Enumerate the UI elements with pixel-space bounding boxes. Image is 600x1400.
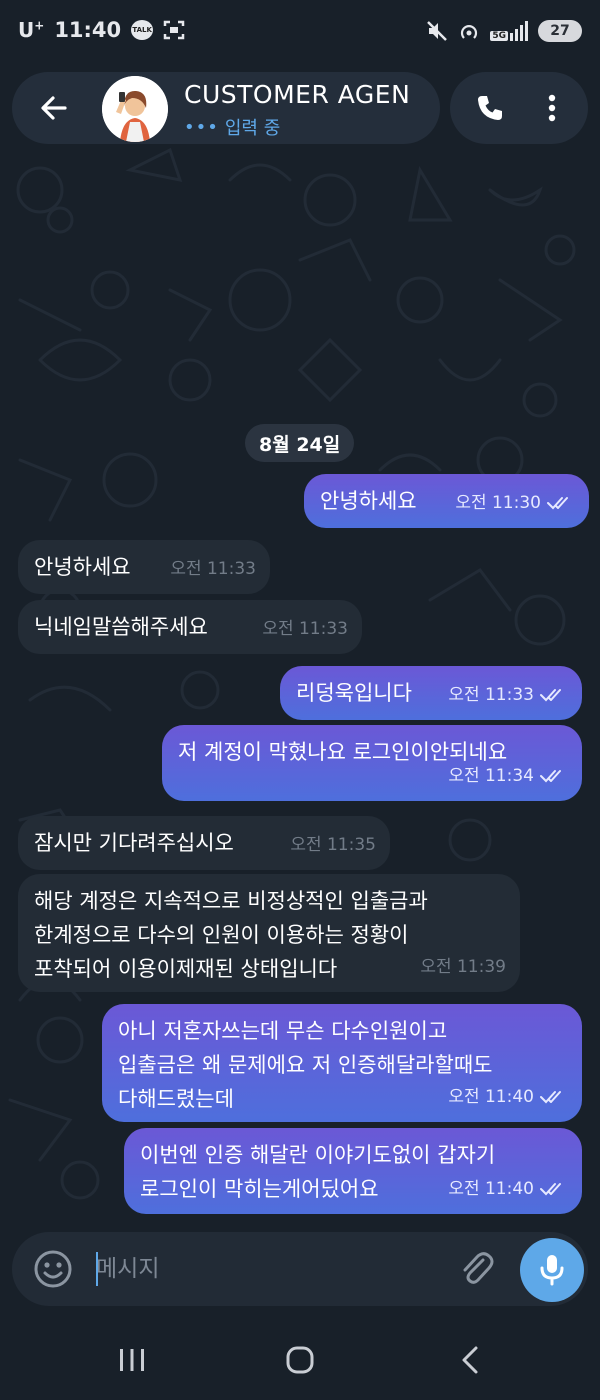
- message-line: 한계정으로 다수의 인원이 이용하는 정황이: [34, 923, 409, 947]
- message-text: 리덩욱입니다: [296, 681, 412, 705]
- message-meta: 오전 11:33: [262, 619, 348, 639]
- network-5g-icon: 5G: [490, 21, 528, 41]
- read-double-check-icon: [547, 497, 568, 510]
- recents-icon: [120, 1349, 144, 1371]
- message-text: 안녕하세요: [34, 555, 131, 579]
- message-input[interactable]: [96, 1244, 436, 1294]
- message-bubble-outgoing[interactable]: 저 계정이 막혔나요 로그인이안되네요 오전 11:34: [162, 725, 582, 801]
- message-meta: 오전 11:30: [455, 486, 575, 520]
- avatar[interactable]: [102, 76, 168, 142]
- status-right: 5G 27: [426, 20, 582, 42]
- read-double-check-icon: [540, 1091, 561, 1104]
- back-arrow-icon: [41, 96, 67, 120]
- back-nav-button[interactable]: [440, 1338, 500, 1382]
- header-actions: [450, 72, 588, 144]
- microphone-icon: [540, 1255, 564, 1286]
- profile-illustration: [102, 76, 168, 142]
- message-text: 안녕하세요: [320, 489, 417, 513]
- message-line: 입출금은 왜 문제에요 저 인증해달라할때도: [118, 1053, 493, 1077]
- typing-status: ••• 입력 중: [184, 114, 280, 140]
- message-bubble-incoming[interactable]: 닉네임말씀해주세요 오전 11:33: [18, 600, 362, 654]
- hotspot-icon: [461, 25, 478, 39]
- message-bubble-incoming[interactable]: 잠시만 기다려주십시오 오전 11:35: [18, 816, 390, 870]
- message-bubble-incoming[interactable]: 안녕하세요 오전 11:33: [18, 540, 270, 594]
- status-left: U+ 11:40 TALK: [18, 18, 185, 42]
- message-text: 닉네임말씀해주세요: [34, 615, 208, 639]
- screenshot-icon: [163, 20, 185, 40]
- message-bubble-outgoing[interactable]: 안녕하세요 오전 11:30: [304, 474, 589, 528]
- home-button[interactable]: [270, 1338, 330, 1382]
- paperclip-icon[interactable]: [456, 1248, 498, 1290]
- more-vertical-icon: [548, 94, 556, 122]
- clock: 11:40: [54, 18, 122, 42]
- text-cursor: [96, 1252, 98, 1286]
- message-line: 이번엔 인증 해달란 이야기도없이 갑자기: [140, 1143, 496, 1167]
- message-meta: 오전 11:40: [448, 1172, 568, 1206]
- message-meta: 오전 11:34: [448, 759, 568, 793]
- chat-screen: U+ 11:40 TALK 5G 27 CUSTOMER AGEN ••• 입력…: [0, 0, 600, 1400]
- system-navigation-bar: [0, 1320, 600, 1400]
- emoji-icon[interactable]: [32, 1248, 74, 1290]
- message-meta: 오전 11:33: [170, 559, 256, 579]
- message-bubble-outgoing[interactable]: 이번엔 인증 해달란 이야기도없이 갑자기 로그인이 막히는게어딨어요 오전 1…: [124, 1128, 582, 1214]
- carrier-label: U+: [18, 18, 45, 42]
- message-text: 잠시만 기다려주십시오: [34, 831, 234, 855]
- read-double-check-icon: [540, 1183, 561, 1196]
- typing-label: 입력 중: [224, 118, 281, 139]
- typing-dots-icon: •••: [184, 116, 219, 138]
- home-icon: [286, 1346, 314, 1374]
- status-bar: U+ 11:40 TALK 5G 27: [0, 0, 600, 66]
- mute-icon: [427, 21, 448, 41]
- read-double-check-icon: [540, 770, 561, 783]
- message-meta: 오전 11:33: [448, 678, 568, 712]
- message-meta: 오전 11:40: [448, 1080, 568, 1114]
- date-separator: 8월 24일: [245, 424, 355, 462]
- chat-header[interactable]: CUSTOMER AGEN ••• 입력 중: [12, 72, 440, 144]
- message-meta: 오전 11:35: [290, 835, 376, 855]
- message-bubble-outgoing[interactable]: 리덩욱입니다 오전 11:33: [280, 666, 582, 720]
- back-nav-icon: [462, 1346, 478, 1374]
- read-double-check-icon: [540, 689, 561, 702]
- call-button[interactable]: [468, 86, 512, 130]
- kakaotalk-notification-icon: TALK: [131, 20, 154, 40]
- message-meta: 오전 11:39: [420, 957, 506, 977]
- phone-icon: [478, 96, 502, 120]
- chat-title: CUSTOMER AGEN: [184, 80, 411, 109]
- message-line: 해당 계정은 지속적으로 비정상적인 입출금과: [34, 889, 428, 913]
- voice-record-button[interactable]: [520, 1238, 584, 1302]
- message-line: 아니 저혼자쓰는데 무슨 다수인원이고: [118, 1019, 448, 1043]
- message-composer: [12, 1232, 588, 1306]
- more-options-button[interactable]: [530, 86, 574, 130]
- recents-button[interactable]: [102, 1338, 162, 1382]
- message-bubble-incoming[interactable]: 해당 계정은 지속적으로 비정상적인 입출금과 한계정으로 다수의 인원이 이용…: [18, 874, 520, 992]
- message-bubble-outgoing[interactable]: 아니 저혼자쓰는데 무슨 다수인원이고 입출금은 왜 문제에요 저 인증해달라할…: [102, 1004, 582, 1122]
- battery-indicator: 27: [538, 20, 582, 42]
- back-button[interactable]: [32, 86, 76, 130]
